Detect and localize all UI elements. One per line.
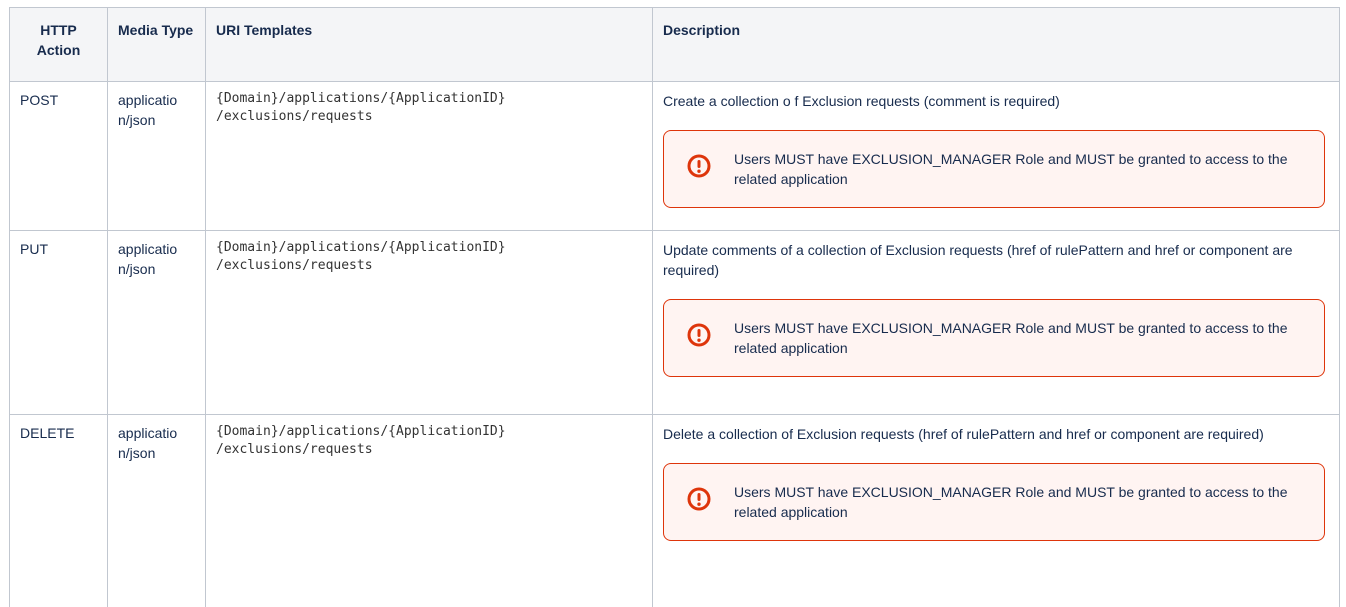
error-exclamation-circle-icon	[686, 153, 712, 179]
cell-description: Delete a collection of Exclusion request…	[652, 414, 1340, 607]
cell-http-action: DELETE	[9, 414, 108, 607]
uri-line-2: /exclusions/requests	[216, 442, 373, 457]
header-uri-templates: URI Templates	[205, 7, 653, 82]
warning-panel: Users MUST have EXCLUSION_MANAGER Role a…	[663, 299, 1325, 377]
table-header-row: HTTP Action Media Type URI Templates Des…	[9, 7, 1340, 82]
description-text: Delete a collection of Exclusion request…	[663, 426, 1264, 442]
cell-uri-template: {Domain}/applications/{ApplicationID} /e…	[205, 81, 653, 231]
error-exclamation-circle-icon	[686, 486, 712, 512]
description-text: Create a collection o f Exclusion reques…	[663, 93, 1060, 109]
table-row: POST applicatio n/json {Domain}/applicat…	[9, 81, 1340, 231]
uri-line-1: {Domain}/applications/{ApplicationID}	[216, 424, 506, 439]
cell-http-action: PUT	[9, 230, 108, 415]
header-media-type: Media Type	[107, 7, 206, 82]
warning-panel-text: Users MUST have EXCLUSION_MANAGER Role a…	[734, 484, 1288, 520]
cell-description: Update comments of a collection of Exclu…	[652, 230, 1340, 415]
api-endpoints-table: HTTP Action Media Type URI Templates Des…	[9, 7, 1340, 607]
page: HTTP Action Media Type URI Templates Des…	[0, 0, 1346, 607]
warning-panel: Users MUST have EXCLUSION_MANAGER Role a…	[663, 463, 1325, 541]
cell-http-action: POST	[9, 81, 108, 231]
cell-media-type: applicatio n/json	[107, 81, 206, 231]
header-description: Description	[652, 7, 1340, 82]
cell-uri-template: {Domain}/applications/{ApplicationID} /e…	[205, 414, 653, 607]
uri-line-1: {Domain}/applications/{ApplicationID}	[216, 240, 506, 255]
uri-line-2: /exclusions/requests	[216, 109, 373, 124]
table-row: PUT applicatio n/json {Domain}/applicati…	[9, 230, 1340, 415]
cell-media-type: applicatio n/json	[107, 230, 206, 415]
uri-line-1: {Domain}/applications/{ApplicationID}	[216, 91, 506, 106]
cell-description: Create a collection o f Exclusion reques…	[652, 81, 1340, 231]
cell-uri-template: {Domain}/applications/{ApplicationID} /e…	[205, 230, 653, 415]
error-exclamation-circle-icon	[686, 322, 712, 348]
warning-panel: Users MUST have EXCLUSION_MANAGER Role a…	[663, 130, 1325, 208]
warning-panel-text: Users MUST have EXCLUSION_MANAGER Role a…	[734, 151, 1288, 187]
table-row: DELETE applicatio n/json {Domain}/applic…	[9, 414, 1340, 607]
header-http-action: HTTP Action	[9, 7, 108, 82]
uri-line-2: /exclusions/requests	[216, 258, 373, 273]
description-text: Update comments of a collection of Exclu…	[663, 242, 1293, 278]
warning-panel-text: Users MUST have EXCLUSION_MANAGER Role a…	[734, 320, 1288, 356]
cell-media-type: applicatio n/json	[107, 414, 206, 607]
